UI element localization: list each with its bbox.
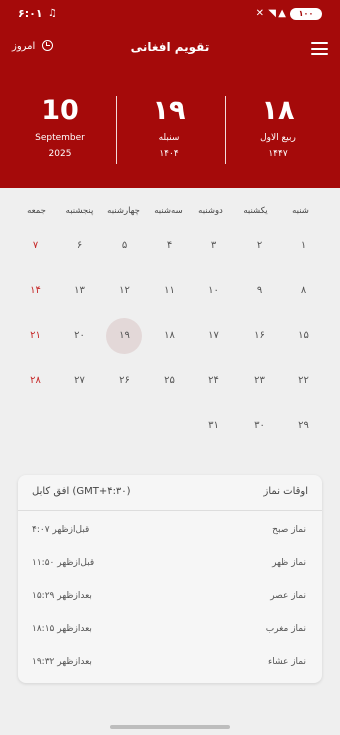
weekday-label: دوشنبه [198,206,223,216]
prayer-time: ۴:۰۷ قبل‌ازظهر [32,525,90,535]
mute-icon: ✕ [255,8,264,19]
weekday-label: سه‌شنبه [154,206,183,216]
weekday-label: شنبه [292,206,309,216]
lunar-month: ربیع الاول [260,133,296,143]
calendar-day[interactable]: ۱۸ [147,313,192,358]
calendar-day[interactable]: ۸ [281,268,326,313]
notification-icon: ♫ [48,8,57,19]
calendar-day[interactable]: ۲۵ [147,358,192,403]
status-bar: ۶:۰۱ ♫ ✕ ◥ ▲ ۱۰۰ [0,0,340,28]
prayer-time: ۱۱:۵۰ قبل‌ازظهر [32,558,95,568]
calendar-day[interactable]: ۹ [237,268,282,313]
prayer-row: نماز ظهر ۱۱:۵۰ قبل‌ازظهر [18,548,322,580]
prayer-name: نماز عصر [270,591,306,601]
solar-day: ۱۹ [152,95,186,126]
prayer-times-card: اوقات نماز افق کابل (GMT+۴:۳۰) نماز صبح … [18,475,322,683]
solar-year: ۱۴۰۴ [159,149,179,159]
divider [116,96,117,164]
calendar-day[interactable]: ۲۷ [57,358,102,403]
calendar-day[interactable]: ۲۱ [13,313,58,358]
calendar-day[interactable]: ۲۶ [102,358,147,403]
header: ۶:۰۱ ♫ ✕ ◥ ▲ ۱۰۰ امروز تقویم افغانی 10 S… [0,0,340,188]
wifi-icon: ◥ [268,8,276,19]
prayer-name: نماز صبح [272,525,306,535]
calendar-day[interactable]: ۱۳ [57,268,102,313]
lunar-year: ۱۴۴۷ [268,149,288,159]
weekday-label: جمعه [27,206,46,216]
weekday-header: شنبه یکشنبه دوشنبه سه‌شنبه چهارشنبه پنجش… [0,200,340,224]
app-bar: امروز تقویم افغانی [0,36,340,62]
calendar-day[interactable]: ۲۸ [13,358,58,403]
gregorian-year: 2025 [48,149,72,159]
calendar-day[interactable]: ۲۰ [57,313,102,358]
prayer-time: ۱۹:۳۲ بعدازظهر [32,657,92,667]
calendar-day[interactable]: ۱۷ [191,313,236,358]
lunar-date: ۱۸ ربیع الاول ۱۴۴۷ [228,95,328,159]
prayer-name: نماز عشاء [267,657,306,667]
calendar-day[interactable]: ۳۱ [191,403,236,448]
calendar-day[interactable]: ۵ [102,223,147,268]
calendar-day[interactable]: ۳۰ [237,403,282,448]
calendar-day[interactable]: ۱۱ [147,268,192,313]
calendar-day[interactable]: ۲۴ [191,358,236,403]
calendar-day[interactable]: ۶ [57,223,102,268]
gregorian-date: 10 September 2025 [10,95,110,159]
weekday-label: پنجشنبه [65,206,94,216]
lunar-day: ۱۸ [261,95,295,126]
battery-indicator: ۱۰۰ [290,8,322,20]
timezone-label: افق کابل (GMT+۴:۳۰) [32,486,131,497]
prayer-row: نماز عصر ۱۵:۲۹ بعدازظهر [18,581,322,613]
prayer-row: نماز عشاء ۱۹:۳۲ بعدازظهر [18,647,322,679]
calendar-day-today[interactable]: ۱۹ [102,313,147,358]
signal-icon: ▲ [278,8,286,19]
weekday-label: یکشنبه [243,206,268,216]
gregorian-day: 10 [41,95,79,126]
calendar-day[interactable]: ۲۳ [237,358,282,403]
calendar-day[interactable]: ۱۵ [281,313,326,358]
menu-icon[interactable] [311,42,328,55]
prayer-time: ۱۸:۱۵ بعدازظهر [32,624,92,634]
calendar-day[interactable]: ۱ [281,223,326,268]
calendar-day[interactable]: ۲ [237,223,282,268]
calendar-day[interactable]: ۷ [13,223,58,268]
home-indicator[interactable] [110,725,230,729]
app-title: تقویم افغانی [130,40,210,54]
solar-date: ۱۹ سنبله ۱۴۰۴ [119,95,219,159]
prayer-card-title: اوقات نماز [263,486,308,497]
calendar-day[interactable]: ۱۰ [191,268,236,313]
prayer-name: نماز ظهر [272,558,306,568]
status-time: ۶:۰۱ [18,7,43,20]
gregorian-month: September [35,133,85,143]
calendar-day[interactable]: ۲۲ [281,358,326,403]
calendar-day[interactable]: ۱۲ [102,268,147,313]
calendar-day[interactable]: ۱۴ [13,268,58,313]
weekday-label: چهارشنبه [107,206,140,216]
prayer-row: نماز صبح ۴:۰۷ قبل‌ازظهر [18,515,322,547]
divider [225,96,226,164]
calendar-day[interactable]: ۴ [147,223,192,268]
prayer-row: نماز مغرب ۱۸:۱۵ بعدازظهر [18,614,322,646]
prayer-card-header: اوقات نماز افق کابل (GMT+۴:۳۰) [18,475,322,511]
prayer-name: نماز مغرب [265,624,306,634]
prayer-time: ۱۵:۲۹ بعدازظهر [32,591,92,601]
calendar-day[interactable]: ۳ [191,223,236,268]
calendar-day[interactable]: ۲۹ [281,403,326,448]
calendar-day[interactable]: ۱۶ [237,313,282,358]
solar-month: سنبله [158,133,180,143]
